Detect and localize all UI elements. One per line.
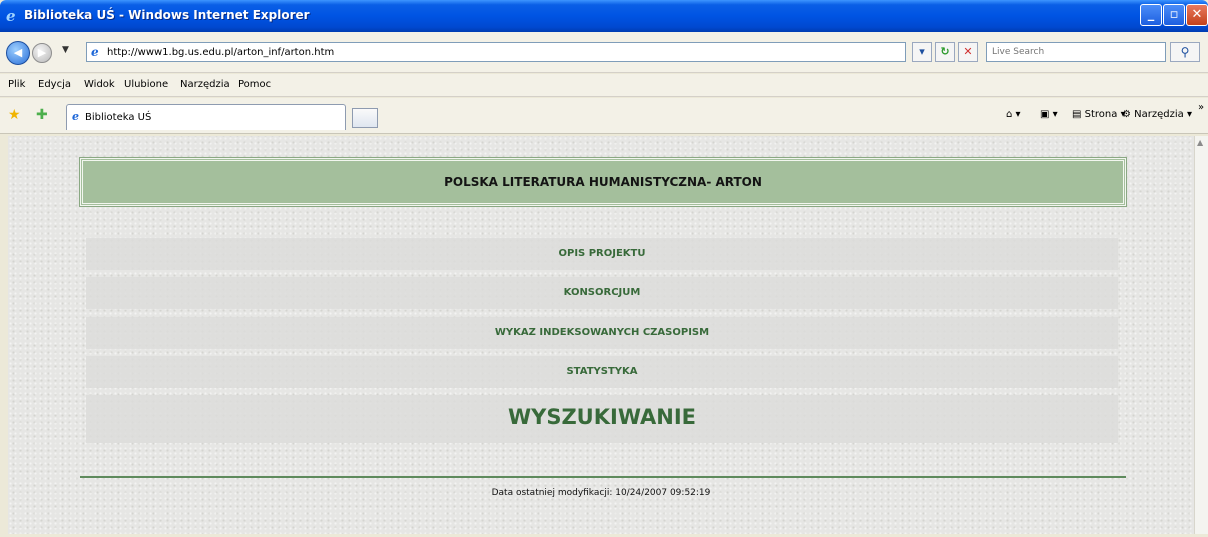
vertical-scrollbar[interactable]: ▲ [1194, 136, 1208, 534]
minimize-button[interactable]: _ [1140, 4, 1162, 26]
maximize-button[interactable]: ▫ [1163, 4, 1185, 26]
refresh-button[interactable]: ↻ [935, 42, 955, 62]
footer-divider [80, 476, 1126, 478]
menu-tools[interactable]: Narzędzia [180, 79, 230, 90]
page-title: POLSKA LITERATURA HUMANISTYCZNA- ARTON [444, 175, 762, 189]
chevron-down-icon: ▾ [919, 45, 925, 58]
search-button[interactable]: ⚲ [1170, 42, 1200, 62]
menu-help[interactable]: Pomoc [238, 79, 271, 90]
menu-view[interactable]: Widok [84, 79, 115, 90]
back-button[interactable]: ◀ [6, 41, 30, 65]
tools-menu[interactable]: ⚙ Narzędzia ▾ [1122, 109, 1192, 120]
link-konsorcjum[interactable]: KONSORCJUM [86, 277, 1118, 309]
address-toolbar: ◀ ▶ ▼ e ▾ ↻ ✕ ⚲ [0, 32, 1208, 73]
link-wykaz-czasopism[interactable]: WYKAZ INDEKSOWANYCH CZASOPISM [86, 317, 1118, 349]
close-button[interactable]: ✕ [1186, 4, 1208, 26]
window-titlebar: e Biblioteka UŚ - Windows Internet Explo… [0, 0, 1208, 32]
menu-bar: Plik Edycja Widok Ulubione Narzędzia Pom… [0, 74, 1208, 97]
back-arrow-icon: ◀ [13, 46, 23, 59]
tab-biblioteka[interactable]: e Biblioteka UŚ [66, 104, 346, 130]
page-header: POLSKA LITERATURA HUMANISTYCZNA- ARTON [80, 158, 1126, 206]
link-wyszukiwanie[interactable]: WYSZUKIWANIE [86, 395, 1118, 443]
maximize-icon: ▫ [1169, 7, 1179, 22]
history-dropdown-icon[interactable]: ▼ [62, 45, 69, 55]
chevron-more-icon[interactable]: » [1198, 102, 1204, 113]
search-icon: ⚲ [1180, 45, 1190, 59]
address-bar[interactable]: e [86, 42, 906, 62]
scroll-up-icon[interactable]: ▲ [1197, 138, 1203, 147]
home-icon[interactable]: ⌂ ▾ [1006, 109, 1021, 120]
menu-file[interactable]: Plik [8, 79, 25, 90]
minimize-icon: _ [1147, 7, 1155, 22]
search-input[interactable] [992, 44, 1162, 60]
search-box[interactable] [986, 42, 1166, 62]
ie-logo-icon: e [6, 7, 16, 25]
new-tab-button[interactable] [352, 108, 378, 128]
close-icon: ✕ [1191, 7, 1203, 22]
link-statystyka[interactable]: STATYSTYKA [86, 356, 1118, 388]
page-content: POLSKA LITERATURA HUMANISTYCZNA- ARTON O… [8, 136, 1194, 534]
menu-edit[interactable]: Edycja [38, 79, 71, 90]
page-icon: e [91, 45, 99, 59]
window-title: Biblioteka UŚ - Windows Internet Explore… [24, 8, 310, 22]
forward-arrow-icon: ▶ [37, 46, 47, 59]
stop-button[interactable]: ✕ [958, 42, 978, 62]
page-menu[interactable]: ▤ Strona ▾ [1072, 109, 1126, 120]
forward-button[interactable]: ▶ [32, 43, 52, 63]
feeds-icon[interactable]: ▣ ▾ [1040, 109, 1058, 120]
address-dropdown-button[interactable]: ▾ [912, 42, 932, 62]
stop-icon: ✕ [963, 45, 973, 58]
menu-favorites[interactable]: Ulubione [124, 79, 168, 90]
url-input[interactable] [107, 44, 897, 60]
link-opis-projektu[interactable]: OPIS PROJEKTU [86, 238, 1118, 270]
add-favorites-icon[interactable]: ✚ [36, 107, 48, 123]
page-icon: e [72, 110, 79, 123]
favorites-star-icon[interactable]: ★ [8, 107, 21, 123]
refresh-icon: ↻ [940, 45, 950, 58]
tab-toolbar: ★ ✚ e Biblioteka UŚ ⌂ ▾ ▣ ▾ ▤ Strona ▾ ⚙… [0, 98, 1208, 134]
last-modified-text: Data ostatniej modyfikacji: 10/24/2007 0… [491, 488, 711, 498]
tab-label: Biblioteka UŚ [85, 112, 152, 123]
